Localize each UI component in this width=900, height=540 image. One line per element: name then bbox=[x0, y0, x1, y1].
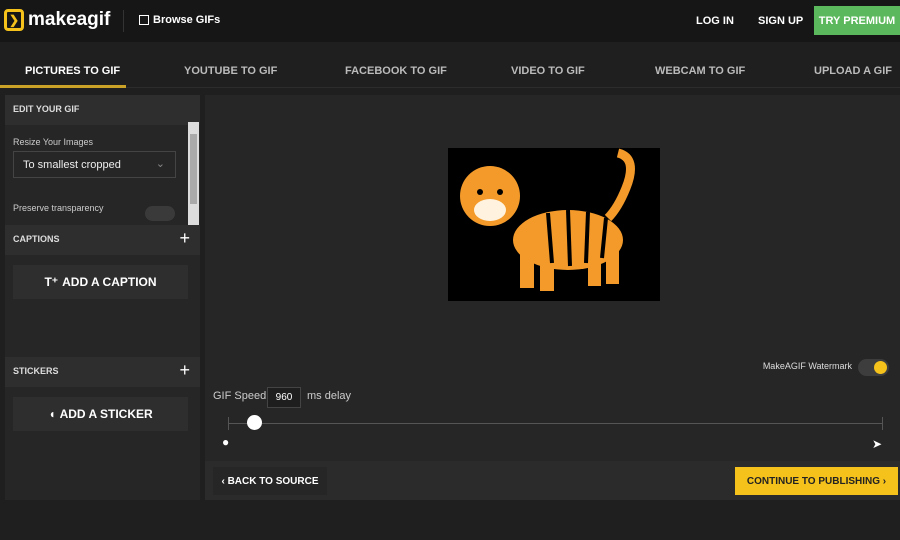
image-icon bbox=[139, 15, 149, 25]
transparency-label: Preserve transparency bbox=[13, 203, 104, 213]
signup-link[interactable]: SIGN UP bbox=[758, 15, 803, 27]
tab-bar: PICTURES TO GIF YOUTUBE TO GIF FACEBOOK … bbox=[0, 42, 900, 88]
divider bbox=[123, 10, 124, 32]
captions-section-header: CAPTIONS + bbox=[5, 225, 200, 255]
add-sticker-button[interactable]: ◖ ADD A STICKER bbox=[13, 397, 188, 431]
sidebar: EDIT YOUR GIF Resize Your Images To smal… bbox=[5, 95, 200, 500]
chevron-right-icon: › bbox=[880, 475, 887, 487]
stickers-title: STICKERS bbox=[13, 366, 59, 376]
browse-label: Browse GIFs bbox=[153, 14, 221, 26]
resize-value: To smallest cropped bbox=[23, 159, 121, 171]
play-icon: ❯ bbox=[4, 9, 24, 31]
speed-label: GIF Speed: bbox=[213, 390, 270, 402]
footer-bar: ‹ BACK TO SOURCE CONTINUE TO PUBLISHING … bbox=[205, 461, 900, 500]
edit-title: EDIT YOUR GIF bbox=[13, 104, 80, 114]
resize-label: Resize Your Images bbox=[13, 137, 94, 147]
try-premium-button[interactable]: TRY PREMIUM bbox=[814, 6, 900, 35]
edit-section-header: EDIT YOUR GIF bbox=[5, 95, 200, 125]
browse-gifs-link[interactable]: Browse GIFs bbox=[139, 14, 220, 26]
logo-text: makeagif bbox=[28, 9, 111, 30]
header: ❯ makeagif Browse GIFs LOG IN SIGN UP TRY… bbox=[0, 0, 900, 42]
slider-tick bbox=[882, 417, 883, 430]
scrollbar-thumb[interactable] bbox=[190, 134, 197, 204]
plus-icon[interactable]: + bbox=[179, 228, 190, 249]
turtle-icon: ● bbox=[222, 435, 230, 449]
continue-label: CONTINUE TO PUBLISHING bbox=[746, 475, 881, 487]
gif-preview-image bbox=[448, 148, 660, 301]
tab-video-to-gif[interactable]: VIDEO TO GIF bbox=[511, 65, 585, 77]
back-to-source-button[interactable]: ‹ BACK TO SOURCE bbox=[213, 467, 327, 495]
tab-webcam-to-gif[interactable]: WEBCAM TO GIF bbox=[655, 65, 745, 77]
speed-slider-handle[interactable] bbox=[247, 415, 262, 430]
add-caption-label: ADD A CAPTION bbox=[62, 275, 157, 289]
watermark-toggle[interactable] bbox=[858, 359, 889, 376]
sticker-icon: ◖ bbox=[48, 407, 56, 421]
tab-youtube-to-gif[interactable]: YOUTUBE TO GIF bbox=[184, 65, 277, 77]
editor-area: MakeAGIF Watermark GIF Speed: 960 ms del… bbox=[205, 95, 900, 500]
text-icon: T⁺ bbox=[44, 275, 59, 289]
speed-unit: ms delay bbox=[307, 390, 352, 402]
stickers-section-header: STICKERS + bbox=[5, 357, 200, 387]
add-sticker-label: ADD A STICKER bbox=[59, 407, 153, 421]
back-label: BACK TO SOURCE bbox=[227, 475, 319, 487]
rabbit-icon: ➤ bbox=[872, 437, 883, 451]
transparency-toggle[interactable] bbox=[145, 206, 175, 221]
toggle-knob bbox=[874, 361, 887, 374]
logo[interactable]: ❯ makeagif bbox=[4, 9, 110, 31]
slider-tick bbox=[228, 417, 229, 430]
watermark-label: MakeAGIF Watermark bbox=[762, 361, 852, 371]
login-link[interactable]: LOG IN bbox=[696, 15, 734, 27]
tab-facebook-to-gif[interactable]: FACEBOOK TO GIF bbox=[345, 65, 447, 77]
active-tab-indicator bbox=[0, 85, 126, 88]
add-caption-button[interactable]: T⁺ ADD A CAPTION bbox=[13, 265, 188, 299]
tab-upload-a-gif[interactable]: UPLOAD A GIF bbox=[814, 65, 892, 77]
tab-pictures-to-gif[interactable]: PICTURES TO GIF bbox=[25, 65, 120, 77]
speed-input[interactable]: 960 bbox=[267, 387, 301, 408]
resize-select[interactable]: To smallest cropped ⌄ bbox=[13, 151, 176, 178]
speed-slider-track[interactable] bbox=[228, 423, 883, 424]
chevron-down-icon: ⌄ bbox=[155, 158, 165, 170]
plus-icon[interactable]: + bbox=[179, 360, 190, 381]
continue-to-publishing-button[interactable]: CONTINUE TO PUBLISHING › bbox=[735, 467, 898, 495]
captions-title: CAPTIONS bbox=[13, 234, 60, 244]
scrollbar[interactable] bbox=[188, 122, 199, 225]
